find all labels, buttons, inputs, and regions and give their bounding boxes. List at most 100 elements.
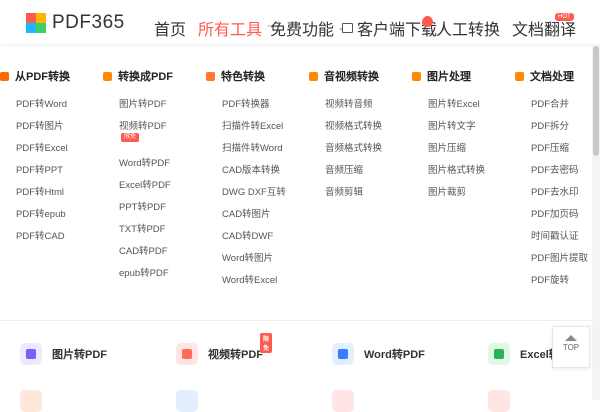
menu-item[interactable]: 音频压缩 bbox=[325, 164, 382, 186]
menu-item[interactable]: PDF拆分 bbox=[531, 120, 588, 142]
menu-item[interactable]: PDF去密码 bbox=[531, 164, 588, 186]
media-icon bbox=[309, 71, 318, 81]
nav-free-features[interactable]: 免费功能 ⌄ bbox=[270, 16, 344, 40]
menu-item[interactable]: 图片转文字 bbox=[428, 120, 485, 142]
menu-item[interactable]: epub转PDF bbox=[119, 267, 173, 289]
menu-item[interactable]: TXT转PDF bbox=[119, 223, 173, 245]
tools-mega-menu: 从PDF转换 PDF转Word PDF转图片 PDF转Excel PDF转PPT… bbox=[0, 58, 600, 308]
menu-item[interactable]: PDF旋转 bbox=[531, 274, 588, 296]
nav-all-tools-label: 所有工具 bbox=[198, 22, 263, 39]
excel-file-icon bbox=[488, 343, 510, 365]
column-title-text: 转换成PDF bbox=[118, 71, 173, 83]
menu-item[interactable]: PDF合并 bbox=[531, 98, 588, 120]
tool-card-icon-partial bbox=[176, 390, 198, 412]
tool-card-image-to-pdf[interactable]: 图片转PDF bbox=[20, 340, 107, 368]
column-title-text: 音视频转换 bbox=[324, 71, 379, 83]
column-title: 文档处理 bbox=[515, 68, 588, 84]
tool-card-video-to-pdf[interactable]: 视频转PDF 限免 bbox=[176, 333, 273, 368]
tool-card-excel-to-pdf[interactable]: Excel转 bbox=[488, 340, 560, 368]
menu-item[interactable]: Word转PDF bbox=[119, 157, 173, 179]
menu-item[interactable]: PDF转Word bbox=[16, 98, 70, 120]
menu-item[interactable]: PDF加页码 bbox=[531, 208, 588, 230]
doc-icon bbox=[515, 71, 524, 81]
menu-item[interactable]: Excel转PDF bbox=[119, 179, 173, 201]
menu-item[interactable]: 图片转PDF bbox=[119, 98, 173, 120]
menu-item[interactable]: PDF转换器 bbox=[222, 98, 286, 120]
column-doc: 文档处理 PDF合并 PDF拆分 PDF压缩 PDF去密码 PDF去水印 PDF… bbox=[515, 68, 588, 296]
tool-card-icon-partial bbox=[488, 390, 510, 412]
column-image: 图片处理 图片转Excel 图片转文字 图片压缩 图片格式转换 图片裁剪 bbox=[412, 68, 485, 208]
nav-manual-convert[interactable]: 人工转换 bbox=[422, 15, 501, 40]
menu-item[interactable]: 音频格式转换 bbox=[325, 142, 382, 164]
menu-item[interactable]: DWG DXF互转 bbox=[222, 186, 286, 208]
menu-item[interactable]: 扫描件转Word bbox=[222, 142, 286, 164]
menu-item[interactable]: 视频格式转换 bbox=[325, 120, 382, 142]
column-from-pdf: 从PDF转换 PDF转Word PDF转图片 PDF转Excel PDF转PPT… bbox=[0, 68, 70, 252]
nav-free-features-label: 免费功能 bbox=[270, 22, 335, 39]
menu-item[interactable]: PDF转图片 bbox=[16, 120, 70, 142]
logo-text: PDF365 bbox=[52, 12, 125, 33]
column-title-text: 文档处理 bbox=[530, 71, 574, 83]
nav-all-tools[interactable]: 所有工具 ⌃ bbox=[198, 16, 272, 40]
download-icon bbox=[342, 23, 353, 33]
nav-home[interactable]: 首页 bbox=[154, 16, 186, 40]
column-title: 音视频转换 bbox=[309, 68, 382, 84]
menu-item[interactable]: PDF转CAD bbox=[16, 230, 70, 252]
column-media: 音视频转换 视频转音频 视频格式转换 音频格式转换 音频压缩 音频剪辑 bbox=[309, 68, 382, 208]
menu-item[interactable]: 音频剪辑 bbox=[325, 186, 382, 208]
menu-item[interactable]: PDF转Html bbox=[16, 186, 70, 208]
menu-item[interactable]: 扫描件转Excel bbox=[222, 120, 286, 142]
free-limited-badge: 限免 bbox=[260, 333, 273, 353]
tool-card-label: 图片转PDF bbox=[52, 349, 107, 361]
word-file-icon bbox=[332, 343, 354, 365]
menu-item[interactable]: PDF转Excel bbox=[16, 142, 70, 164]
tool-card-label: Word转PDF bbox=[364, 349, 425, 361]
video-file-icon bbox=[176, 343, 198, 365]
menu-item[interactable]: PDF转PPT bbox=[16, 164, 70, 186]
menu-item[interactable]: 图片裁剪 bbox=[428, 186, 485, 208]
nav-home-label: 首页 bbox=[154, 22, 187, 39]
menu-item[interactable]: CAD版本转换 bbox=[222, 164, 286, 186]
top-header: PDF365 首页 所有工具 ⌃ 免费功能 ⌄ 客户端下载 ⌄ 人工转换 文档翻… bbox=[0, 0, 600, 44]
logo[interactable]: PDF365 bbox=[26, 12, 125, 34]
menu-item[interactable]: 图片转Excel bbox=[428, 98, 485, 120]
menu-item[interactable]: CAD转DWF bbox=[222, 230, 286, 252]
special-icon bbox=[206, 71, 215, 81]
tool-card-word-to-pdf[interactable]: Word转PDF bbox=[332, 340, 425, 368]
column-title-text: 图片处理 bbox=[427, 71, 471, 83]
tool-card-icon-partial bbox=[20, 390, 42, 412]
column-special: 特色转换 PDF转换器 扫描件转Excel 扫描件转Word CAD版本转换 D… bbox=[206, 68, 286, 296]
menu-item[interactable]: PDF去水印 bbox=[531, 186, 588, 208]
menu-item[interactable]: 图片格式转换 bbox=[428, 164, 485, 186]
arrow-up-icon bbox=[565, 335, 577, 341]
menu-item-video[interactable]: 视频转PDF 限免 bbox=[119, 120, 173, 157]
column-title-text: 从PDF转换 bbox=[15, 71, 70, 83]
section-divider bbox=[0, 320, 600, 321]
hot-badge: HOT bbox=[555, 13, 574, 21]
menu-item[interactable]: 图片压缩 bbox=[428, 142, 485, 164]
column-title: 从PDF转换 bbox=[0, 68, 70, 84]
fire-icon bbox=[422, 15, 433, 27]
menu-item[interactable]: CAD转PDF bbox=[119, 245, 173, 267]
tool-card-label: 视频转PDF bbox=[208, 349, 263, 361]
menu-item[interactable]: 时间戳认证 bbox=[531, 230, 588, 252]
menu-item[interactable]: PDF图片提取 bbox=[531, 252, 588, 274]
menu-item[interactable]: Word转图片 bbox=[222, 252, 286, 274]
scrollbar-thumb[interactable] bbox=[593, 46, 599, 156]
nav-manual-convert-label: 人工转换 bbox=[436, 22, 501, 39]
tool-card-icon-partial bbox=[332, 390, 354, 412]
column-title-text: 特色转换 bbox=[221, 71, 265, 83]
logo-icon bbox=[26, 13, 46, 33]
menu-item[interactable]: Word转Excel bbox=[222, 274, 286, 296]
menu-item[interactable]: 视频转音频 bbox=[325, 98, 382, 120]
menu-item[interactable]: PPT转PDF bbox=[119, 201, 173, 223]
column-title: 特色转换 bbox=[206, 68, 286, 84]
free-limited-badge: 限免 bbox=[121, 133, 140, 142]
column-to-pdf: 转换成PDF 图片转PDF 视频转PDF 限免 Word转PDF Excel转P… bbox=[103, 68, 173, 289]
back-to-top-button[interactable]: TOP bbox=[552, 326, 590, 368]
back-to-top-label: TOP bbox=[562, 343, 580, 352]
menu-item[interactable]: PDF转epub bbox=[16, 208, 70, 230]
pdf-to-icon bbox=[103, 71, 112, 81]
menu-item[interactable]: CAD转图片 bbox=[222, 208, 286, 230]
menu-item[interactable]: PDF压缩 bbox=[531, 142, 588, 164]
